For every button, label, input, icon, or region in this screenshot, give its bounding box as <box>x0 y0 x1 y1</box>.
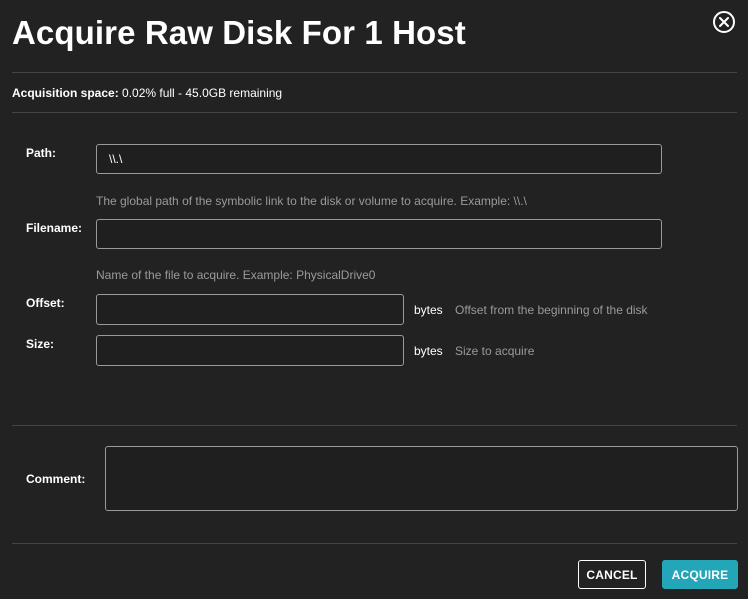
filename-input[interactable] <box>96 219 662 249</box>
acquire-raw-disk-dialog: Acquire Raw Disk For 1 Host Acquisition … <box>0 0 748 599</box>
acquisition-space: Acquisition space: 0.02% full - 45.0GB r… <box>12 86 282 100</box>
offset-input[interactable] <box>96 294 404 325</box>
acquire-button[interactable]: ACQUIRE <box>662 560 738 589</box>
filename-label: Filename: <box>26 221 83 235</box>
path-help: The global path of the symbolic link to … <box>96 194 527 208</box>
cancel-button[interactable]: CANCEL <box>578 560 646 589</box>
acquisition-space-value: 0.02% full - 45.0GB remaining <box>118 86 283 100</box>
offset-label: Offset: <box>26 296 65 310</box>
size-unit: bytes <box>414 344 443 358</box>
comment-textarea[interactable] <box>105 446 738 511</box>
header-divider <box>12 112 737 113</box>
size-help: Size to acquire <box>455 344 535 358</box>
offset-help: Offset from the beginning of the disk <box>455 303 648 317</box>
comment-label: Comment: <box>26 472 86 486</box>
title-divider <box>12 72 737 73</box>
size-label: Size: <box>26 337 55 351</box>
filename-help: Name of the file to acquire. Example: Ph… <box>96 268 376 282</box>
close-button[interactable] <box>713 11 735 33</box>
close-icon <box>719 17 729 27</box>
footer-divider <box>12 543 737 544</box>
offset-unit: bytes <box>414 303 443 317</box>
dialog-title: Acquire Raw Disk For 1 Host <box>12 14 466 51</box>
path-label: Path: <box>26 146 56 160</box>
acquisition-space-label: Acquisition space: <box>12 86 119 100</box>
form-divider <box>12 425 737 426</box>
size-input[interactable] <box>96 335 404 366</box>
path-input[interactable] <box>96 144 662 174</box>
